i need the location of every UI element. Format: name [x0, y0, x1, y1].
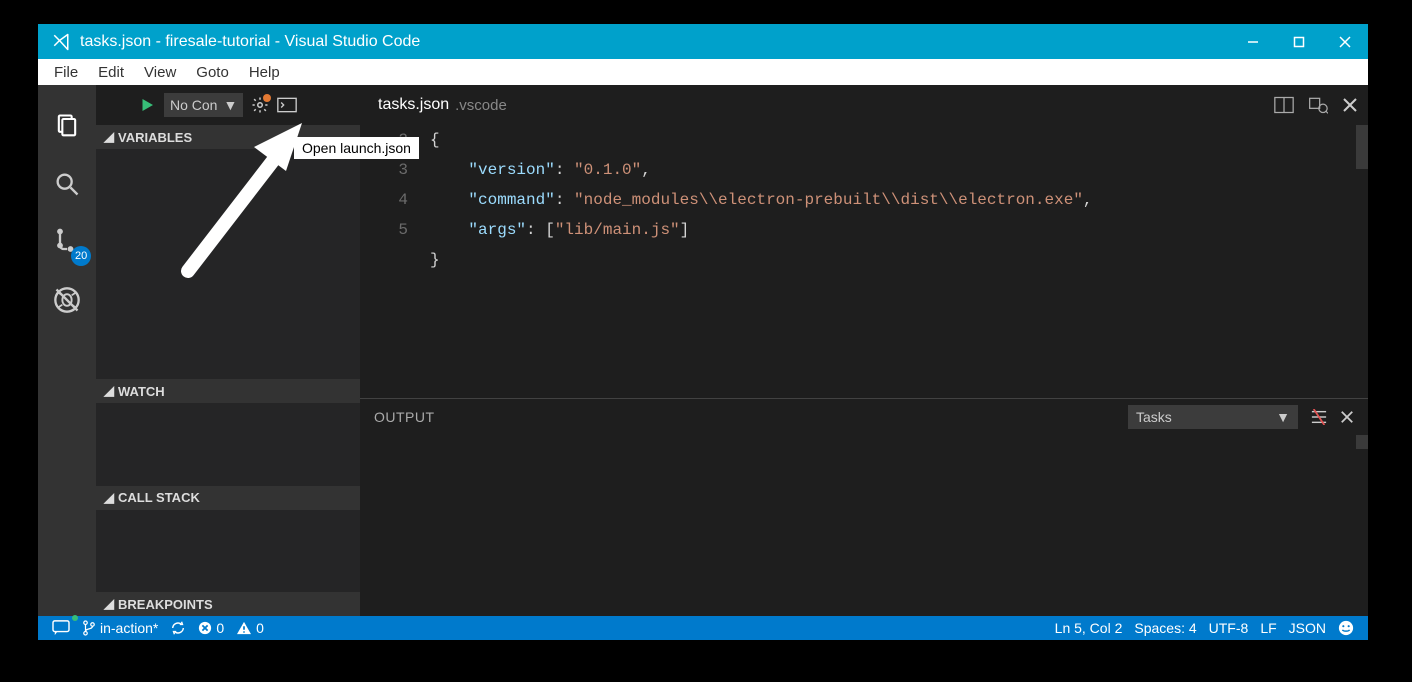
- menu-goto[interactable]: Goto: [186, 59, 239, 85]
- tab-path: .vscode: [455, 97, 507, 114]
- output-title: OUTPUT: [374, 409, 435, 425]
- editor-actions: [1274, 96, 1358, 114]
- callstack-header[interactable]: ◢ CALL STACK: [96, 486, 360, 510]
- output-panel: OUTPUT Tasks ▼: [360, 398, 1368, 616]
- debug-config-label: No Con: [170, 97, 217, 113]
- window-title: tasks.json - firesale-tutorial - Visual …: [80, 33, 1230, 51]
- warning-count: 0: [256, 620, 264, 636]
- git-icon[interactable]: 20: [38, 213, 96, 271]
- sync-button[interactable]: [164, 616, 192, 640]
- language-mode-button[interactable]: JSON: [1283, 616, 1332, 640]
- explorer-icon[interactable]: [38, 97, 96, 155]
- tab-filename[interactable]: tasks.json: [378, 96, 449, 114]
- feedback-button[interactable]: [46, 616, 76, 640]
- git-branch-button[interactable]: in-action*: [76, 616, 164, 640]
- indentation-button[interactable]: Spaces: 4: [1128, 616, 1202, 640]
- debug-console-button[interactable]: [277, 97, 297, 113]
- editor-tab-bar: tasks.json .vscode: [360, 85, 1368, 125]
- close-button[interactable]: [1322, 24, 1368, 59]
- output-scrollbar[interactable]: [1356, 435, 1368, 449]
- close-panel-button[interactable]: [1340, 410, 1354, 424]
- menu-file[interactable]: File: [44, 59, 88, 85]
- status-bar: in-action* 0 0 Ln 5, Col 2 Spaces: 4 UTF…: [38, 616, 1368, 640]
- callstack-body: [96, 510, 360, 593]
- clear-output-button[interactable]: [1310, 409, 1328, 425]
- watch-body: [96, 403, 360, 486]
- variables-body: [96, 149, 360, 379]
- notification-dot-icon: [72, 615, 78, 621]
- activity-bar: 20: [38, 85, 96, 616]
- git-badge: 20: [71, 246, 91, 266]
- output-channel-select[interactable]: Tasks ▼: [1128, 405, 1298, 429]
- titlebar[interactable]: tasks.json - firesale-tutorial - Visual …: [38, 24, 1368, 59]
- cursor-position[interactable]: Ln 5, Col 2: [1049, 616, 1129, 640]
- close-tab-button[interactable]: [1342, 97, 1358, 113]
- encoding-button[interactable]: UTF-8: [1203, 616, 1255, 640]
- chevron-down-icon: ▼: [1276, 409, 1290, 425]
- menu-view[interactable]: View: [134, 59, 186, 85]
- chevron-down-icon: ▼: [223, 97, 237, 113]
- error-count: 0: [216, 620, 224, 636]
- errors-button[interactable]: 0: [192, 616, 230, 640]
- output-header: OUTPUT Tasks ▼: [360, 399, 1368, 435]
- watch-header[interactable]: ◢ WATCH: [96, 379, 360, 403]
- debug-config-select[interactable]: No Con ▼: [164, 93, 243, 117]
- breakpoints-label: BREAKPOINTS: [118, 597, 213, 612]
- main-area: 20 No Con ▼: [38, 85, 1368, 616]
- vscode-window: tasks.json - firesale-tutorial - Visual …: [38, 24, 1368, 640]
- eol-button[interactable]: LF: [1254, 616, 1282, 640]
- search-icon[interactable]: [38, 155, 96, 213]
- callstack-label: CALL STACK: [118, 490, 200, 505]
- minimize-button[interactable]: [1230, 24, 1276, 59]
- chevron-down-icon: ◢: [104, 129, 114, 145]
- watch-label: WATCH: [118, 384, 165, 399]
- menubar: File Edit View Goto Help: [38, 59, 1368, 85]
- vscode-logo-icon: [52, 33, 70, 51]
- breakpoints-header[interactable]: ◢ BREAKPOINTS: [96, 592, 360, 616]
- output-channel-label: Tasks: [1136, 409, 1172, 425]
- start-debug-button[interactable]: [138, 96, 156, 114]
- editor-area: tasks.json .vscode 2: [360, 85, 1368, 616]
- more-actions-button[interactable]: [1308, 96, 1328, 114]
- config-warning-dot-icon: [263, 94, 271, 102]
- tooltip: Open launch.json: [294, 137, 419, 159]
- smiley-feedback-button[interactable]: [1332, 616, 1360, 640]
- code-content[interactable]: { "version": "0.1.0", "command": "node_m…: [430, 125, 1368, 398]
- branch-name: in-action*: [100, 620, 158, 636]
- debug-toolbar: No Con ▼ Open launch.json: [96, 85, 360, 125]
- line-gutter: 2 3 4 5: [360, 125, 430, 398]
- debug-sidebar: No Con ▼ Open launch.json ◢ VARIABLES ◢: [96, 85, 360, 616]
- window-controls: [1230, 24, 1368, 59]
- split-editor-button[interactable]: [1274, 96, 1294, 114]
- maximize-button[interactable]: [1276, 24, 1322, 59]
- variables-label: VARIABLES: [118, 130, 192, 145]
- code-editor[interactable]: 2 3 4 5 { "version": "0.1.0", "command":…: [360, 125, 1368, 398]
- debug-icon[interactable]: [38, 271, 96, 329]
- menu-help[interactable]: Help: [239, 59, 290, 85]
- warnings-button[interactable]: 0: [230, 616, 270, 640]
- minimap-scrollbar[interactable]: [1356, 125, 1368, 169]
- chevron-down-icon: ◢: [104, 383, 114, 399]
- chevron-down-icon: ◢: [104, 596, 114, 612]
- chevron-down-icon: ◢: [104, 490, 114, 506]
- open-launch-json-button[interactable]: [251, 96, 269, 114]
- menu-edit[interactable]: Edit: [88, 59, 134, 85]
